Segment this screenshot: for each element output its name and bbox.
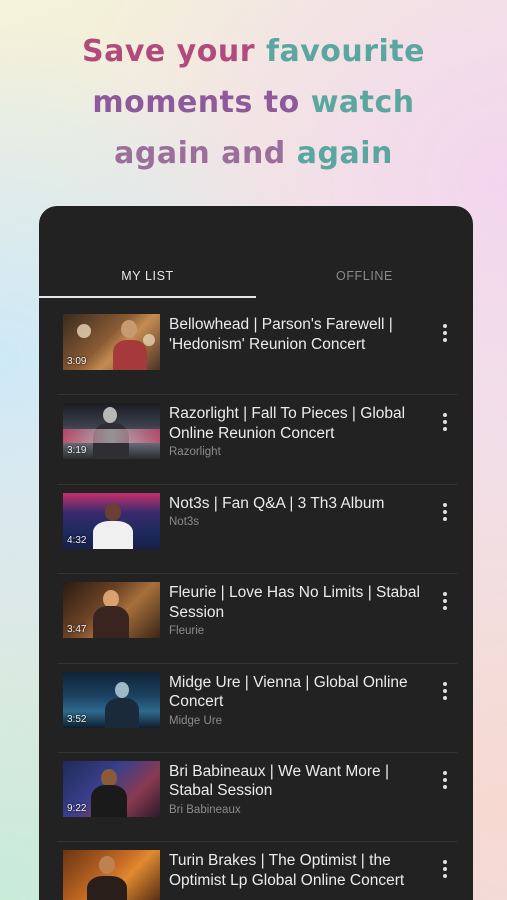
- duration-badge: 9:22: [67, 802, 87, 814]
- video-title[interactable]: Not3s | Fan Q&A | 3 Th3 Album: [169, 494, 431, 514]
- video-title[interactable]: Bri Babineaux | We Want More | Stabal Se…: [169, 762, 431, 801]
- duration-badge: 3:47: [67, 624, 87, 636]
- list-item[interactable]: 3:52 Midge Ure | Vienna | Global Online …: [57, 664, 457, 753]
- headline-text: watch: [310, 85, 415, 120]
- list-item[interactable]: Turin Brakes | The Optimist | the Optimi…: [57, 842, 457, 900]
- duration-badge: 3:09: [67, 356, 87, 367]
- video-title[interactable]: Midge Ure | Vienna | Global Online Conce…: [169, 673, 431, 712]
- vertical-ellipsis-icon[interactable]: [433, 497, 457, 527]
- list-item[interactable]: 3:19 Razorlight | Fall To Pieces | Globa…: [57, 395, 457, 485]
- video-thumbnail[interactable]: 3:09: [63, 314, 160, 370]
- video-thumbnail[interactable]: 9:22: [63, 760, 160, 817]
- tab-offline[interactable]: OFFLINE: [256, 264, 473, 298]
- video-thumbnail[interactable]: 3:52: [63, 671, 160, 728]
- vertical-ellipsis-icon[interactable]: [433, 854, 457, 884]
- headline-text: moments to: [92, 85, 311, 120]
- vertical-ellipsis-icon[interactable]: [433, 586, 457, 616]
- headline-text: Save your: [81, 34, 266, 69]
- video-thumbnail[interactable]: 3:47: [63, 582, 160, 639]
- headline-text: favourite: [265, 34, 426, 69]
- channel-name: Midge Ure: [169, 714, 223, 727]
- video-title[interactable]: Razorlight | Fall To Pieces | Global Onl…: [169, 404, 431, 443]
- duration-badge: 4:32: [67, 534, 87, 546]
- duration-badge: 3:52: [67, 713, 87, 725]
- channel-name: Fleurie: [169, 625, 205, 638]
- vertical-ellipsis-icon[interactable]: [433, 407, 457, 437]
- duration-badge: 3:19: [67, 445, 87, 457]
- promo-headline: Save your favourite moments to watch aga…: [0, 26, 507, 179]
- headline-text: again: [296, 136, 393, 171]
- headline-line-1: Save your favourite: [0, 26, 507, 77]
- headline-line-2: moments to watch: [0, 77, 507, 128]
- list-item[interactable]: 9:22 Bri Babineaux | We Want More | Stab…: [57, 753, 457, 843]
- headline-line-3: again and again: [0, 128, 507, 179]
- app-panel: MY LIST OFFLINE 3:09 Bellowhead | Parson…: [39, 206, 473, 900]
- video-title[interactable]: Turin Brakes | The Optimist | the Optimi…: [169, 851, 431, 890]
- video-title[interactable]: Fleurie | Love Has No Limits | Stabal Se…: [169, 583, 431, 622]
- list-item[interactable]: 3:09 Bellowhead | Parson's Farewell | 'H…: [57, 306, 457, 396]
- vertical-ellipsis-icon[interactable]: [433, 318, 457, 348]
- video-thumbnail[interactable]: [63, 850, 160, 900]
- video-thumbnail[interactable]: 4:32: [63, 492, 160, 549]
- tab-my-list[interactable]: MY LIST: [39, 264, 256, 298]
- list-item[interactable]: 4:32 Not3s | Fan Q&A | 3 Th3 Album Not3s: [57, 485, 457, 575]
- channel-name: Razorlight: [169, 446, 221, 459]
- video-title[interactable]: Bellowhead | Parson's Farewell | 'Hedoni…: [169, 315, 431, 354]
- headline-text: again and: [114, 136, 297, 171]
- channel-name: Bri Babineaux: [169, 803, 241, 816]
- vertical-ellipsis-icon[interactable]: [433, 765, 457, 795]
- video-thumbnail[interactable]: 3:19: [63, 403, 160, 460]
- vertical-ellipsis-icon[interactable]: [433, 676, 457, 706]
- channel-name: Not3s: [169, 515, 200, 528]
- video-list: 3:09 Bellowhead | Parson's Farewell | 'H…: [57, 306, 457, 900]
- list-item[interactable]: 3:47 Fleurie | Love Has No Limits | Stab…: [57, 574, 457, 664]
- tab-bar: MY LIST OFFLINE: [39, 264, 473, 298]
